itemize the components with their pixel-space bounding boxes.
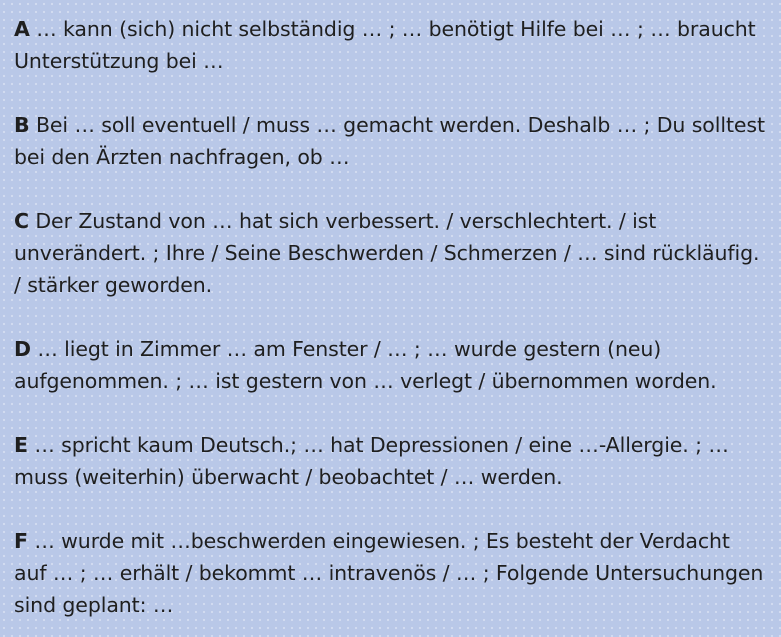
entry-text: … liegt in Zimmer … am Fenster / … ; … w… [14,337,717,393]
entry-letter: D [14,337,31,361]
entry-text: Bei … soll eventuell / muss … gemacht we… [14,113,765,169]
entry-letter: F [14,529,28,553]
entry-letter: A [14,17,30,41]
entry-letter: B [14,113,30,137]
entry-text: … spricht kaum Deutsch.; … hat Depressio… [14,433,729,489]
entry-letter: E [14,433,28,457]
entry-d: D … liegt in Zimmer … am Fenster / … ; …… [14,333,767,397]
entry-c: C Der Zustand von … hat sich verbessert.… [14,205,767,301]
entry-letter: C [14,209,29,233]
entry-text: Der Zustand von … hat sich verbessert. /… [14,209,760,297]
entry-text: … kann (sich) nicht selbständig … ; … be… [14,17,756,73]
entry-a: A … kann (sich) nicht selbständig … ; … … [14,13,767,77]
entry-f: F … wurde mit …beschwerden eingewiesen. … [14,525,767,621]
entry-e: E … spricht kaum Deutsch.; … hat Depress… [14,429,767,493]
entry-b: B Bei … soll eventuell / muss … gemacht … [14,109,767,173]
entry-text: … wurde mit …beschwerden eingewiesen. ; … [14,529,764,617]
phrase-list: A … kann (sich) nicht selbständig … ; … … [0,0,781,637]
